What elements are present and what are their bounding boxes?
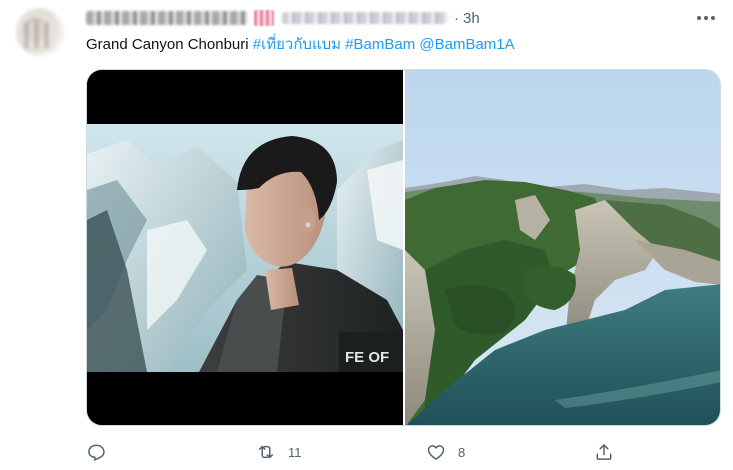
share-icon: [596, 444, 612, 460]
media-grid: FE OF: [86, 69, 721, 426]
reply-icon: [88, 444, 105, 461]
jacket-print: FE OF: [345, 349, 389, 366]
action-bar: 11 8: [86, 440, 626, 464]
display-name-redacted[interactable]: [86, 11, 248, 25]
retweet-count: 11: [288, 444, 302, 460]
retweet-icon: [259, 445, 273, 459]
timestamp[interactable]: 3h: [463, 10, 480, 27]
username-redacted[interactable]: [282, 12, 448, 24]
separator-dot: ·: [454, 9, 459, 27]
share-button[interactable]: [594, 440, 626, 464]
photo-canyon-lake[interactable]: [405, 70, 720, 425]
reply-button[interactable]: [86, 440, 118, 464]
hashtag-bambam[interactable]: #BamBam: [345, 36, 415, 53]
retweet-button[interactable]: 11: [256, 440, 302, 464]
mention-bambam1a[interactable]: @BamBam1A: [419, 36, 514, 53]
heart-icon: [427, 445, 445, 460]
photo-man-mountain[interactable]: FE OF: [87, 70, 403, 425]
hashtag-thai[interactable]: #เที่ยวกับแบม: [253, 36, 341, 53]
name-emoji-redacted: [254, 10, 274, 26]
avatar[interactable]: [16, 8, 64, 56]
tweet-header: · 3h: [86, 8, 480, 28]
like-count: 8: [458, 444, 466, 460]
tweet-text: Grand Canyon Chonburi #เที่ยวกับแบม #Bam…: [86, 34, 515, 56]
tweet-text-plain: Grand Canyon Chonburi: [86, 36, 253, 53]
more-options-icon[interactable]: [693, 8, 719, 28]
like-button[interactable]: 8: [426, 440, 465, 464]
